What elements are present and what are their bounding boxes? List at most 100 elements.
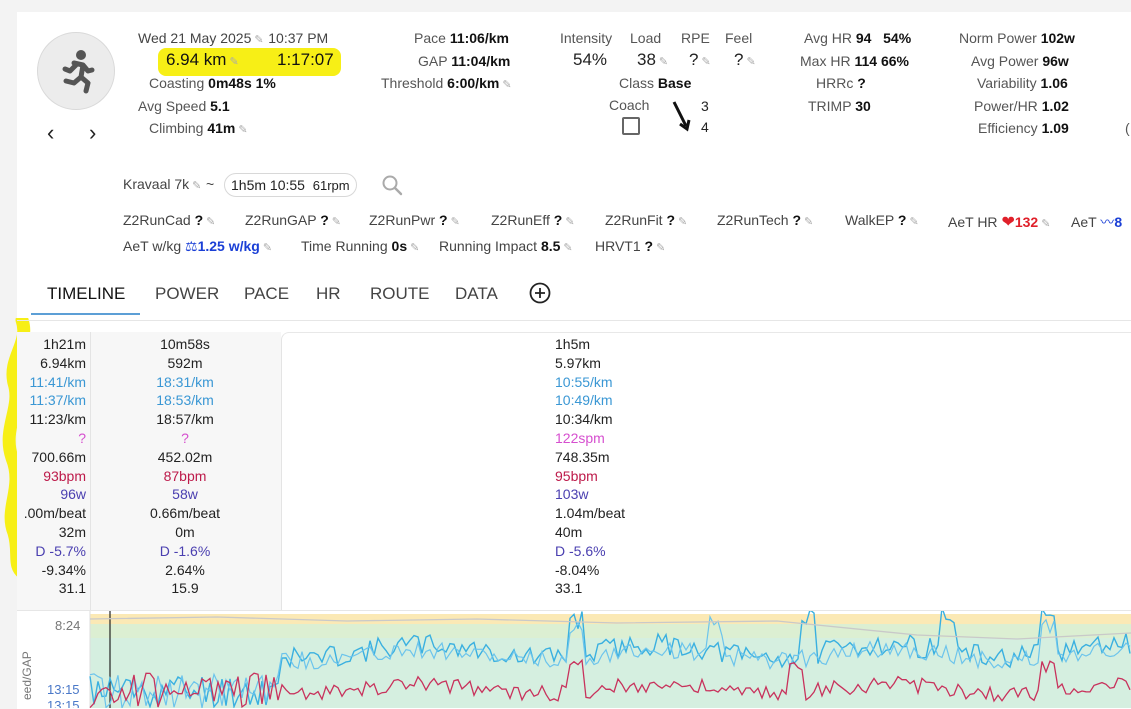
stat-row-col2-2: 18:31/km: [156, 373, 214, 390]
activity-datetime: Wed 21 May 2025 ✎ 10:37 PM: [138, 30, 329, 46]
avg-power-stat: Avg Power 96w: [971, 53, 1069, 69]
coach-checkbox[interactable]: [622, 117, 640, 135]
edit-pencil-icon[interactable]: ✎: [263, 241, 273, 254]
edit-pencil-icon[interactable]: ✎: [701, 55, 711, 68]
field-aet-wkg[interactable]: AeT w/kg ⚖1.25 w/kg ✎: [123, 238, 273, 255]
tab-pace[interactable]: PACE: [244, 284, 289, 304]
edit-pencil-icon[interactable]: ✎: [678, 215, 688, 228]
annotation-3: 3: [701, 98, 709, 114]
field-z2runeff[interactable]: Z2RunEff ? ✎: [491, 212, 575, 228]
stat-row-col3-9: 1.04m/beat: [555, 505, 626, 522]
stat-row-col1-5: ?: [78, 429, 86, 446]
field-hrvt1[interactable]: HRVT1 ? ✎: [595, 238, 666, 254]
edit-pencil-icon[interactable]: ✎: [565, 215, 575, 228]
stat-row-col1-7: 93bpm: [43, 467, 86, 484]
tab-route[interactable]: ROUTE: [370, 284, 430, 304]
zone-band-green: [90, 638, 1131, 708]
edit-pencil-icon[interactable]: ✎: [1041, 217, 1051, 230]
timeline-chart[interactable]: [17, 611, 1131, 708]
field-aet[interactable]: AeT 〰8: [1071, 212, 1122, 232]
stat-row-col2-11: D -1.6%: [159, 542, 211, 559]
add-tab-plus-icon[interactable]: [529, 282, 551, 304]
stats-column-selection: 10m58s 592m 18:31/km 18:53/km 18:57/km? 452.0…: [90, 335, 280, 598]
tabs-divider: [17, 320, 1131, 321]
tab-timeline[interactable]: TIMELINE: [47, 284, 125, 304]
edit-pencil-icon[interactable]: ✎: [410, 241, 420, 254]
field-walkep[interactable]: WalkEP ? ✎: [845, 212, 919, 228]
stat-row-col3-0: 1h5m: [555, 336, 591, 352]
stat-row-col1-11: D -5.7%: [35, 542, 86, 559]
edit-pencil-icon[interactable]: ✎: [332, 215, 342, 228]
annotation-arrow-icon: [672, 101, 691, 132]
next-activity-chevron-icon[interactable]: ›: [89, 120, 96, 146]
hrrc-stat: HRRc ?: [816, 75, 866, 91]
field-aet-hr[interactable]: AeT HR ❤132 ✎: [948, 212, 1051, 232]
stat-row-col2-5: ?: [181, 429, 189, 446]
tab-data[interactable]: DATA: [455, 284, 498, 304]
stat-row-col3-11: D -5.6%: [555, 542, 606, 559]
heart-icon: ❤: [1001, 214, 1015, 231]
edit-pencil-icon[interactable]: ✎: [254, 33, 264, 46]
stat-row-col1-1: 6.94km: [40, 354, 86, 371]
gap-stat: GAP 11:04/km: [418, 53, 511, 69]
stat-row-col2-4: 18:57/km: [156, 411, 214, 428]
edit-pencil-icon[interactable]: ✎: [909, 215, 919, 228]
field-z2runtech[interactable]: Z2RunTech ? ✎: [717, 212, 814, 228]
field-z2runcad[interactable]: Z2RunCad ? ✎: [123, 212, 216, 228]
stat-row-col2-0: 10m58s: [160, 336, 210, 352]
max-hr-stat: Max HR 114 66%: [800, 53, 909, 69]
running-person-icon: [62, 50, 95, 94]
stats-column-interval: 1h5m 5.97km 10:55/km 10:49/km 10:34/km 122spm…: [555, 335, 1131, 598]
tab-hr[interactable]: HR: [316, 284, 341, 304]
y-tick-bottom-1: 13:15: [47, 682, 80, 697]
edit-pencil-icon[interactable]: ✎: [192, 179, 202, 192]
edit-pencil-icon[interactable]: ✎: [746, 55, 756, 68]
zone-band-light-green: [90, 624, 1131, 638]
field-z2rungap[interactable]: Z2RunGAP ? ✎: [245, 212, 342, 228]
search-icon[interactable]: [381, 174, 403, 196]
edit-pencil-icon[interactable]: ✎: [206, 215, 216, 228]
trimp-stat: TRIMP 30: [808, 98, 871, 114]
avg-hr-stat: Avg HR 94 54%: [804, 30, 912, 46]
edit-pencil-icon[interactable]: ✎: [804, 215, 814, 228]
gear-name[interactable]: Kravaal 7k ✎ ~: [123, 176, 214, 192]
power-hr-stat: Power/HR 1.02: [974, 98, 1069, 114]
edit-pencil-icon[interactable]: ✎: [563, 241, 573, 254]
field-z2runfit[interactable]: Z2RunFit ? ✎: [605, 212, 688, 228]
intensity-label: Intensity: [560, 30, 613, 46]
previous-activity-chevron-icon[interactable]: ‹: [47, 120, 54, 146]
cutoff-text: (: [1125, 120, 1130, 136]
field-z2runpwr[interactable]: Z2RunPwr ? ✎: [369, 212, 461, 228]
avg-speed-stat: Avg Speed 5.1: [138, 98, 230, 114]
load-value[interactable]: 38 ✎: [637, 50, 669, 70]
interval-chip[interactable]: 1h5m 10:55 61rpm: [224, 173, 357, 197]
variability-stat: Variability 1.06: [977, 75, 1068, 91]
y-tick-top: 8:24: [55, 618, 81, 633]
stat-row-col3-1: 5.97km: [555, 354, 601, 371]
edit-pencil-icon[interactable]: ✎: [659, 55, 669, 68]
norm-power-stat: Norm Power 102w: [959, 30, 1075, 46]
tab-power[interactable]: POWER: [155, 284, 219, 304]
activity-distance[interactable]: 6.94 km ✎: [166, 50, 239, 70]
stat-row-col2-3: 18:53/km: [156, 392, 214, 409]
edit-pencil-icon[interactable]: ✎: [502, 78, 512, 91]
threshold-stat: Threshold 6:00/km ✎: [381, 75, 512, 91]
rpe-label: RPE: [681, 30, 710, 46]
edit-pencil-icon[interactable]: ✎: [229, 55, 239, 68]
field-time-running[interactable]: Time Running 0s ✎: [301, 238, 420, 254]
edit-pencil-icon[interactable]: ✎: [238, 123, 248, 136]
feel-value[interactable]: ? ✎: [734, 50, 756, 70]
edit-pencil-icon[interactable]: ✎: [451, 215, 461, 228]
coasting-stat: Coasting 0m48s 1%: [149, 75, 276, 91]
edit-pencil-icon[interactable]: ✎: [656, 241, 666, 254]
stat-row-col3-10: 40m: [555, 523, 583, 540]
trend-line-icon: 〰: [1100, 214, 1115, 230]
field-running-impact[interactable]: Running Impact 8.5 ✎: [439, 238, 573, 254]
active-tab-indicator: [31, 313, 140, 315]
rpe-value[interactable]: ? ✎: [689, 50, 711, 70]
class-stat: Class Base: [619, 75, 692, 91]
stat-row-col1-0: 1h21m: [43, 336, 86, 352]
stat-row-col1-8: 96w: [60, 486, 86, 503]
stat-row-col1-13: 31.1: [58, 580, 86, 597]
stat-row-col3-13: 33.1: [555, 580, 583, 597]
